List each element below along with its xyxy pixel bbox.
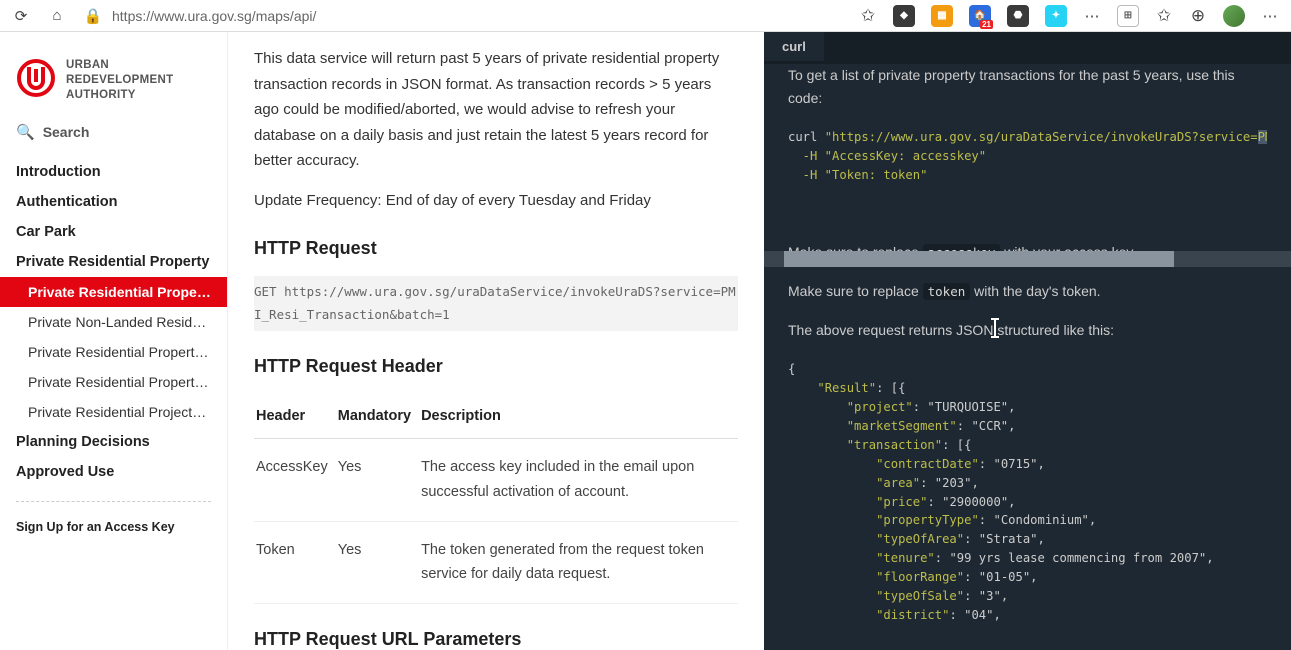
browser-toolbar: ⟳ ⌂ 🔒 https://www.ura.gov.sg/maps/api/ ✩… [0, 0, 1291, 32]
search-label: Search [43, 124, 90, 140]
table-row: AccessKey Yes The access key included in… [254, 439, 738, 521]
nav-planning-decisions[interactable]: Planning Decisions [0, 427, 227, 457]
scrollbar-thumb[interactable] [784, 251, 1174, 267]
home-icon[interactable]: ⌂ [48, 7, 66, 25]
extension-icon[interactable]: 🏠21 [969, 5, 991, 27]
search-icon: 🔍 [16, 123, 35, 141]
toolbar-extensions: ✩ ◆ ▦ 🏠21 ⬣ ✦ ⋯ ⊞ ✩ ⊕ ⋯ [859, 5, 1279, 27]
nav-introduction[interactable]: Introduction [0, 157, 227, 187]
nav-car-park[interactable]: Car Park [0, 217, 227, 247]
favorite-icon[interactable]: ✩ [859, 7, 877, 25]
nav-prp-transaction[interactable]: Private Residential Property Tran... [0, 277, 227, 307]
nav-private-residential-property[interactable]: Private Residential Property [0, 247, 227, 277]
tab-curl[interactable]: curl [764, 32, 824, 61]
more-icon[interactable]: ⋯ [1083, 7, 1101, 25]
nav-prp-units[interactable]: Private Residential Property Unit... [0, 367, 227, 397]
menu-icon[interactable]: ⋯ [1261, 7, 1279, 25]
extension-icon[interactable]: ▦ [931, 5, 953, 27]
signup-link[interactable]: Sign Up for an Access Key [0, 516, 227, 538]
main-content: This data service will return past 5 yea… [228, 32, 764, 650]
code-tab-row: curl [764, 32, 1291, 64]
heading-http-request: HTTP Request [254, 233, 738, 264]
logo-text: URBANREDEVELOPMENTAUTHORITY [66, 58, 173, 103]
col-description: Description [421, 394, 738, 439]
url-text: https://www.ura.gov.sg/maps/api/ [112, 8, 316, 24]
collections-icon[interactable]: ⊕ [1189, 7, 1207, 25]
http-request-code: GET https://www.ura.gov.sg/uraDataServic… [254, 276, 738, 332]
favorites-bar-icon[interactable]: ✩ [1155, 7, 1173, 25]
header-table: Header Mandatory Description AccessKey Y… [254, 394, 738, 604]
nav-authentication[interactable]: Authentication [0, 187, 227, 217]
nav-prp-projects[interactable]: Private Residential Projects in th... [0, 397, 227, 427]
lock-icon: 🔒 [84, 7, 102, 25]
horizontal-scrollbar[interactable] [764, 251, 1291, 267]
heading-url-params: HTTP Request URL Parameters [254, 624, 738, 650]
nav-prp-non-landed[interactable]: Private Non-Landed Residential ... [0, 307, 227, 337]
heading-http-header: HTTP Request Header [254, 351, 738, 382]
address-bar[interactable]: 🔒 https://www.ura.gov.sg/maps/api/ [84, 7, 644, 25]
nav-prp-properties-rental[interactable]: Private Residential Properties Re... [0, 337, 227, 367]
refresh-icon[interactable]: ⟳ [12, 7, 30, 25]
table-row: Token Yes The token generated from the r… [254, 521, 738, 603]
text-cursor-icon [994, 320, 996, 336]
extension-icon[interactable]: ◆ [893, 5, 915, 27]
note-token: Make sure to replace token with the day'… [788, 280, 1267, 303]
profile-avatar[interactable] [1223, 5, 1245, 27]
nav: Introduction Authentication Car Park Pri… [0, 151, 227, 538]
update-frequency: Update Frequency: End of day of every Tu… [254, 188, 738, 214]
sidebar: URBANREDEVELOPMENTAUTHORITY 🔍 Search Int… [0, 32, 228, 650]
search-input[interactable]: 🔍 Search [0, 117, 227, 151]
logo[interactable]: URBANREDEVELOPMENTAUTHORITY [0, 40, 227, 117]
nav-approved-use[interactable]: Approved Use [0, 457, 227, 487]
curl-code-block: curl "https://www.ura.gov.sg/uraDataServ… [788, 128, 1267, 185]
badge-count: 21 [980, 20, 993, 29]
logo-mark-icon [16, 58, 56, 103]
extension-icon[interactable]: ⬣ [1007, 5, 1029, 27]
col-mandatory: Mandatory [338, 394, 421, 439]
col-header: Header [254, 394, 338, 439]
code-panel: curl To get a list of private property t… [764, 32, 1291, 650]
note-json: The above request returns JSON structure… [788, 319, 1267, 342]
extension-icon[interactable]: ✦ [1045, 5, 1067, 27]
code-intro: To get a list of private property transa… [788, 64, 1267, 110]
json-response-block: { "Result": [{ "project": "TURQUOISE", "… [788, 360, 1267, 625]
extension-icon[interactable]: ⊞ [1117, 5, 1139, 27]
divider [16, 501, 211, 502]
intro-paragraph: This data service will return past 5 yea… [254, 46, 738, 174]
